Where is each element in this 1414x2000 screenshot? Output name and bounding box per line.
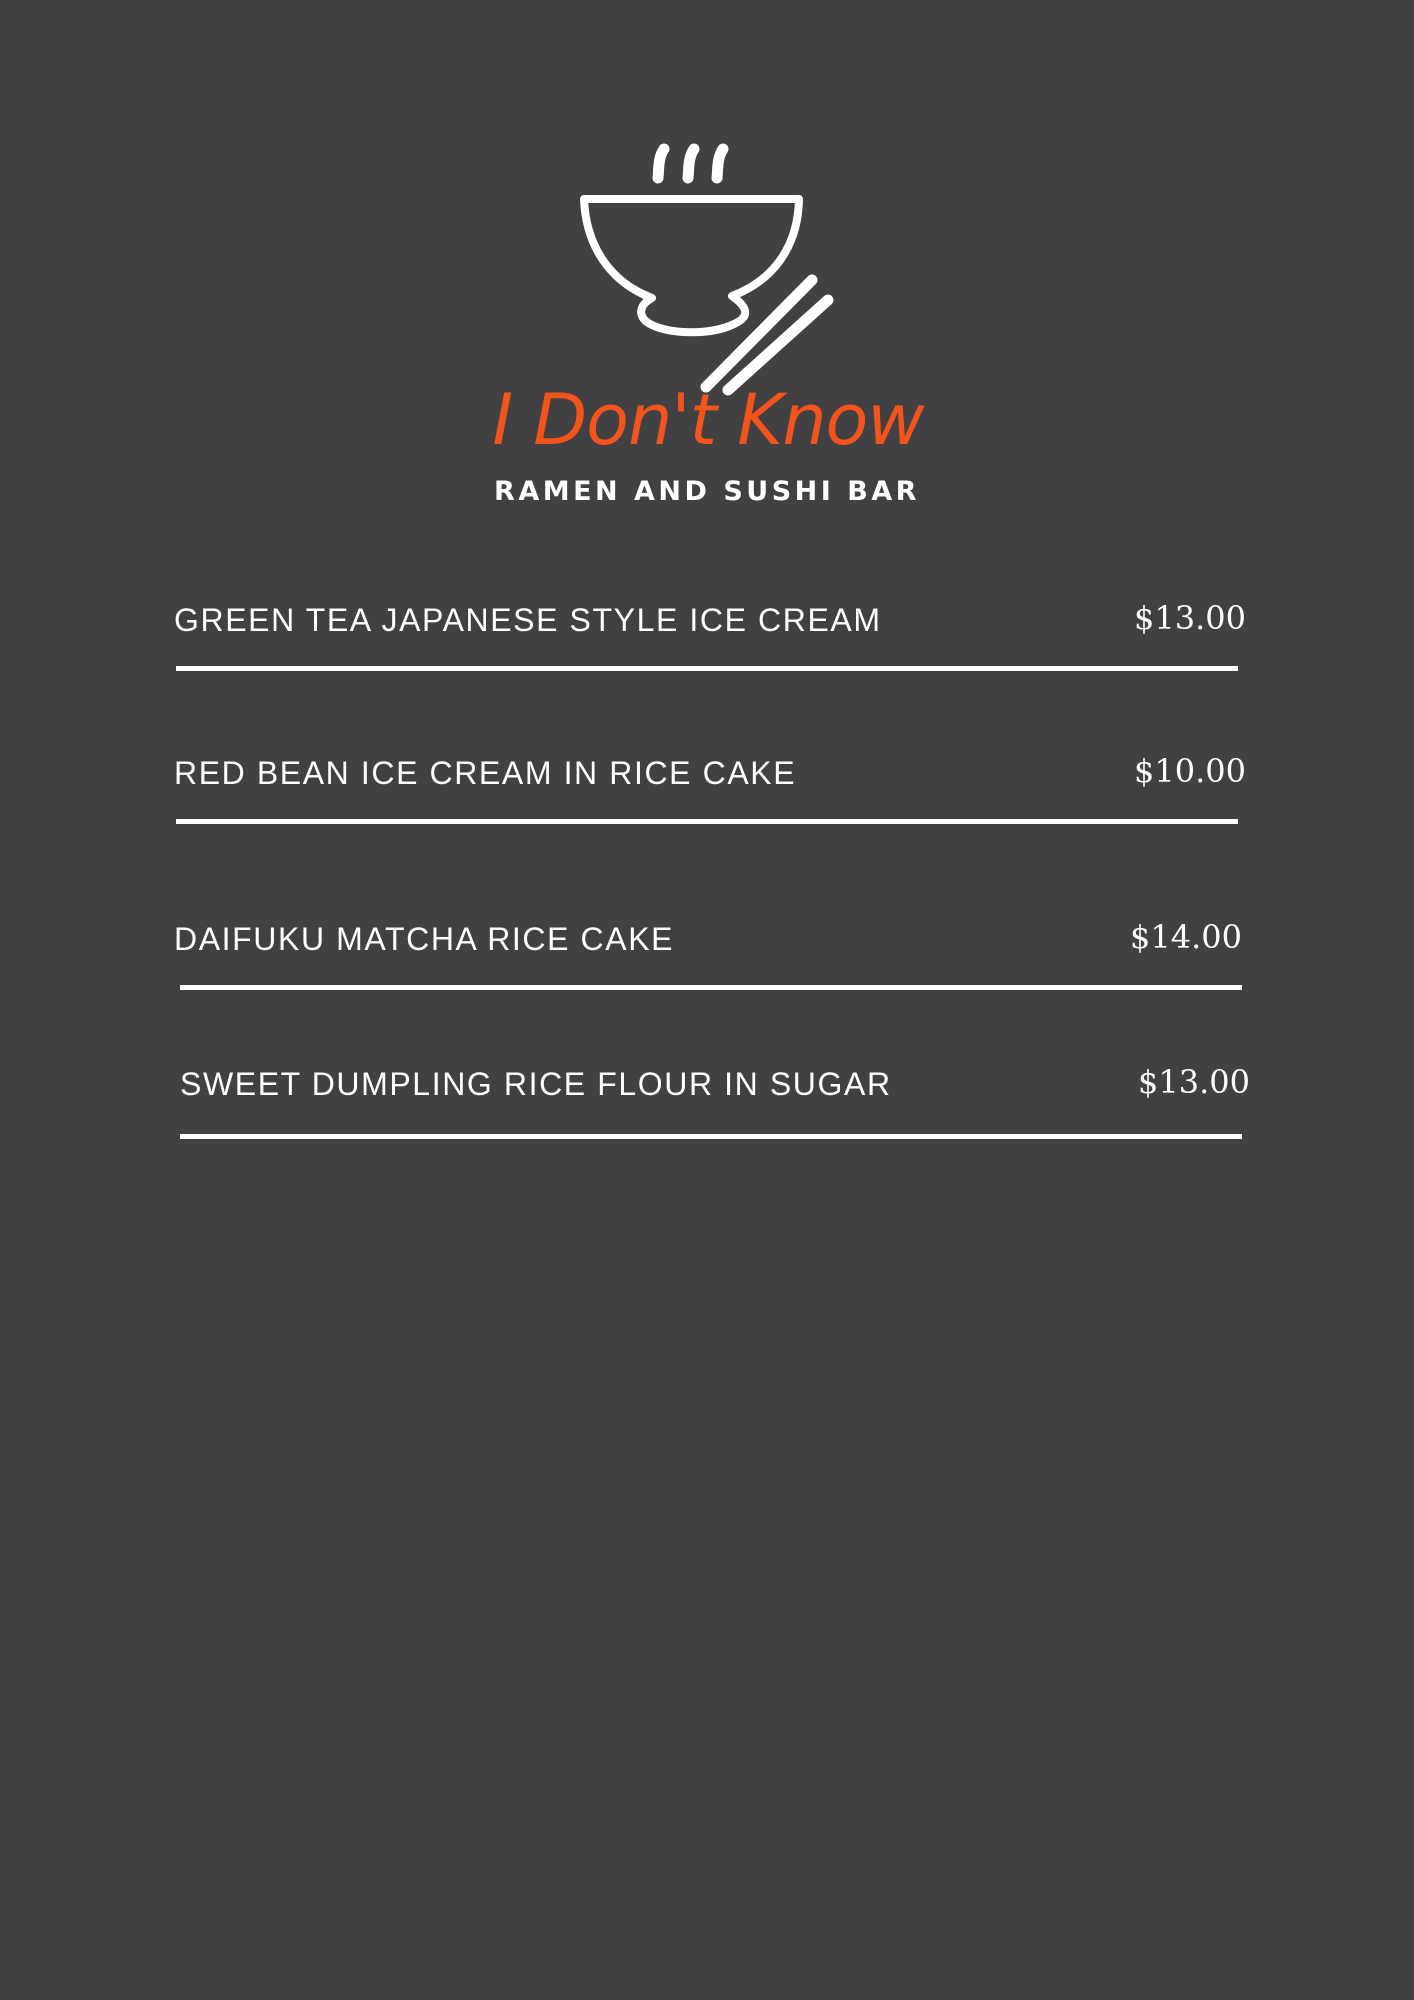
steam-icon <box>652 143 670 184</box>
menu-item: GREEN TEA JAPANESE STYLE ICE CREAM $13.0… <box>174 599 1246 696</box>
menu-item: RED BEAN ICE CREAM IN RICE CAKE $10.00 <box>174 752 1246 849</box>
menu-item-name: SWEET DUMPLING RICE FLOUR IN SUGAR <box>180 1066 892 1102</box>
menu-item-divider <box>180 1134 1242 1139</box>
menu-item-price: $10.00 <box>1134 752 1246 790</box>
ramen-bowl-chopsticks-icon <box>580 143 834 396</box>
brand-name: I Don't Know <box>492 379 924 461</box>
menu-item: DAIFUKU MATCHA RICE CAKE $14.00 <box>174 918 1246 1015</box>
menu-item-name: DAIFUKU MATCHA RICE CAKE <box>174 921 675 957</box>
menu-item-name: RED BEAN ICE CREAM IN RICE CAKE <box>174 755 797 791</box>
steam-icon <box>682 143 700 184</box>
menu-item-divider <box>180 985 1242 990</box>
brand-tagline: RAMEN AND SUSHI BAR <box>494 476 920 507</box>
menu-item-price: $13.00 <box>1138 1063 1250 1101</box>
menu-item-divider <box>176 666 1238 671</box>
menu-item: SWEET DUMPLING RICE FLOUR IN SUGAR $13.0… <box>174 1063 1250 1160</box>
menu-item-name: GREEN TEA JAPANESE STYLE ICE CREAM <box>174 602 882 638</box>
bowl-icon <box>580 195 803 337</box>
menu-item-price: $14.00 <box>1130 918 1242 956</box>
steam-icon <box>711 143 729 184</box>
menu-item-divider <box>176 819 1238 824</box>
menu-item-price: $13.00 <box>1134 599 1246 637</box>
